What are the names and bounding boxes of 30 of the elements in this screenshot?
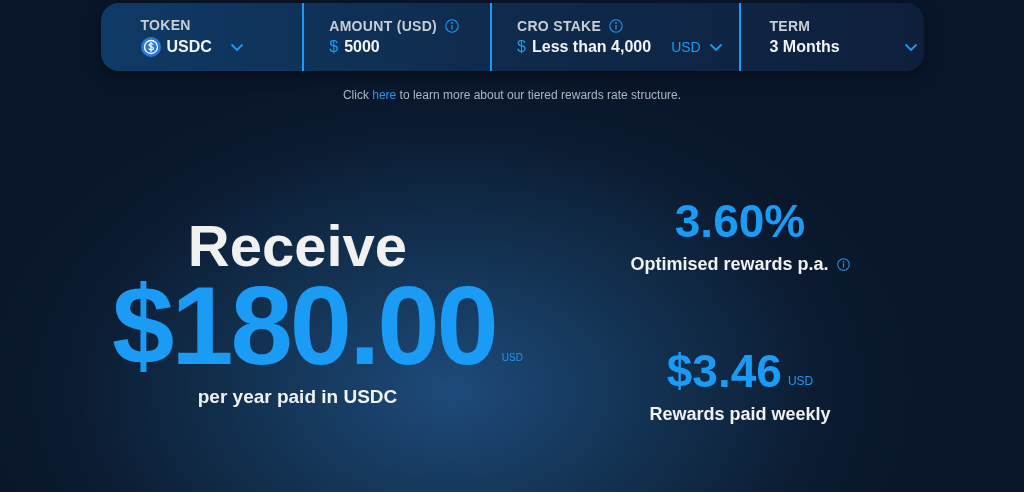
info-icon[interactable] <box>836 258 850 271</box>
select-value[interactable]: 3 Months <box>769 38 840 56</box>
coin-icon <box>140 37 161 57</box>
info-icon[interactable] <box>445 19 460 33</box>
input-value[interactable]: Less than 4,000 <box>531 38 652 56</box>
dropdown-button[interactable] <box>708 42 723 52</box>
info-icon[interactable] <box>609 19 624 33</box>
chevron-down-icon <box>708 42 723 52</box>
dropdown-button[interactable] <box>229 42 244 52</box>
field-label: CRO STAKE <box>517 18 602 34</box>
here-link[interactable]: here <box>372 88 397 102</box>
dollar-sign: $ <box>329 38 339 56</box>
input-value[interactable]: 5000 <box>344 38 380 56</box>
currency-label: USD <box>787 374 814 388</box>
stat-label: Optimised rewards p.a. <box>630 254 829 275</box>
stat-value: 3.60% <box>674 194 806 248</box>
unit-label: USD <box>671 39 701 55</box>
stat-label: Rewards paid weekly <box>649 404 831 425</box>
field-label: TERM <box>769 18 811 34</box>
info-sentence: Click here to learn more about our tiered rewards rate structure. <box>342 88 682 102</box>
chevron-down-icon <box>229 42 244 52</box>
stat-value: $3.46 <box>666 344 782 398</box>
reward-caption: per year paid in USDC <box>197 386 398 408</box>
dollar-sign: $ <box>517 38 526 56</box>
field-label: TOKEN <box>140 17 191 33</box>
chevron-down-icon <box>903 42 918 52</box>
select-value[interactable]: USDC <box>166 38 212 56</box>
dropdown-button[interactable] <box>903 42 918 52</box>
field-label: AMOUNT (USD) <box>329 18 438 34</box>
currency-label: USD <box>501 352 523 363</box>
